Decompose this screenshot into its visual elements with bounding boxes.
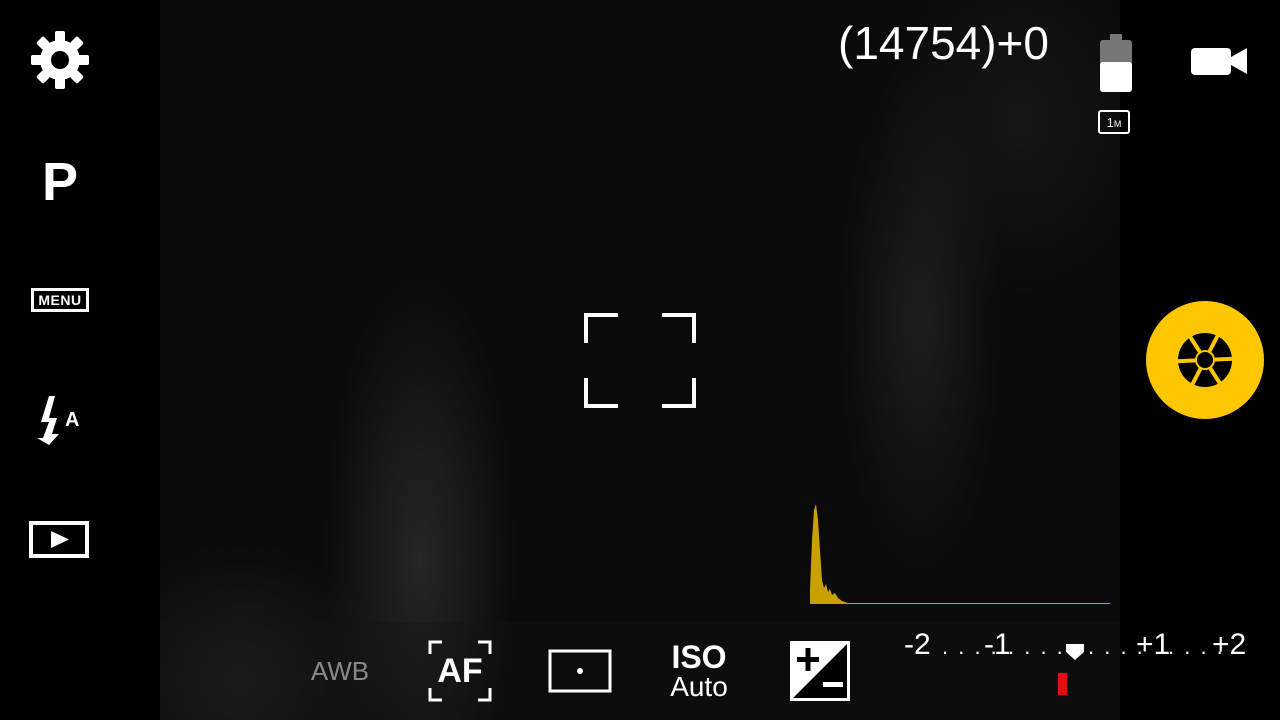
video-mode-button[interactable] [1188, 40, 1250, 82]
iso-button[interactable]: ISO Auto [666, 636, 732, 706]
aperture-icon [1176, 333, 1234, 387]
shot-count: (14754)+0 [838, 17, 1049, 69]
focus-frame [584, 313, 696, 408]
white-balance-label: AWB [310, 655, 370, 686]
playback-button[interactable] [0, 515, 120, 565]
histogram [810, 504, 1110, 604]
ev-tick-minus-2: -2 [904, 628, 931, 661]
settings-button[interactable] [0, 28, 120, 92]
resolution-value: 1 [1106, 114, 1114, 130]
gear-icon [31, 31, 89, 89]
ev-tick-minus-1: -1 [984, 628, 1011, 661]
viewfinder[interactable] [160, 0, 1120, 720]
resolution-unit: M [1113, 118, 1122, 129]
play-icon [29, 521, 89, 558]
metering-button[interactable] [548, 636, 612, 706]
ev-indicator-icon [1066, 644, 1084, 660]
mode-label: P [41, 152, 79, 212]
video-camera-icon [1191, 48, 1247, 75]
iso-value: Auto [670, 671, 728, 702]
flash-mode-button[interactable]: A [0, 392, 120, 448]
exposure-compensation-icon [790, 641, 850, 701]
shooting-mode-button[interactable]: P [0, 150, 120, 214]
flash-mode-label: A [65, 409, 79, 431]
autofocus-label: AF [437, 651, 483, 690]
ev-current-marker [1058, 673, 1067, 695]
spot-metering-icon [548, 649, 612, 693]
ev-tick-plus-1: +1 [1136, 628, 1171, 661]
ev-tick-plus-2: +2 [1212, 628, 1247, 661]
autofocus-button[interactable]: AF [428, 636, 492, 706]
white-balance-button[interactable]: AWB [300, 636, 380, 706]
menu-button[interactable]: MENU [0, 282, 120, 318]
shutter-button[interactable] [1146, 301, 1264, 419]
resolution-badge: 1M [1098, 110, 1130, 134]
exposure-compensation-button[interactable] [788, 636, 852, 706]
exposure-scale: -2 . . . . -1 . . . . . . . . . +1 . . .… [900, 630, 1260, 670]
flash-auto-icon: A [37, 396, 79, 445]
left-toolbar: P MENU A [0, 0, 120, 720]
battery-icon [1100, 34, 1132, 92]
iso-label: ISO [671, 639, 727, 675]
menu-label: MENU [31, 288, 89, 312]
